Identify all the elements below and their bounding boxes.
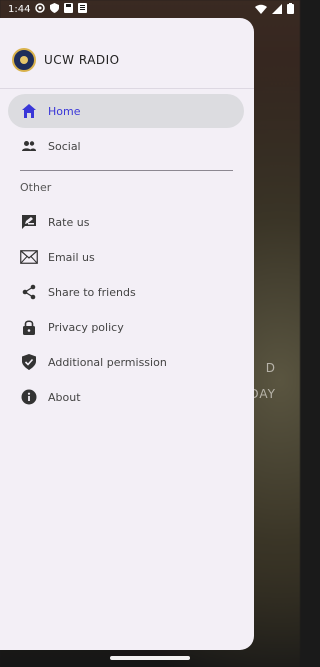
app-logo (12, 48, 36, 72)
menu-item-share[interactable]: Share to friends (8, 275, 244, 309)
menu-item-label: Email us (48, 250, 95, 264)
info-icon (20, 388, 38, 406)
save-notif-icon (64, 3, 74, 16)
share-icon (20, 283, 38, 301)
home-icon (20, 102, 38, 120)
gesture-navigation-bar[interactable] (110, 656, 190, 660)
drawer-header: UCW RADIO (12, 48, 120, 72)
status-time: 1:44 (8, 4, 31, 15)
app-title: UCW RADIO (44, 53, 120, 67)
rate-icon (20, 213, 38, 231)
menu-item-label: Social (48, 139, 81, 153)
navigation-drawer: UCW RADIO Home Social Other Rate us Emai… (0, 18, 254, 650)
menu-item-social[interactable]: Social (8, 129, 244, 163)
signal-icon (272, 3, 282, 17)
wifi-icon (255, 4, 267, 17)
menu-item-privacy-policy[interactable]: Privacy policy (8, 310, 244, 344)
background-text-1: D (265, 361, 276, 375)
settings-notif-icon (35, 3, 46, 16)
menu-item-rate-us[interactable]: Rate us (8, 205, 244, 239)
menu-item-label: Share to friends (48, 285, 136, 299)
header-divider (0, 88, 254, 89)
people-icon (20, 137, 38, 155)
status-bar: 1:44 (0, 0, 300, 18)
news-notif-icon (78, 3, 88, 16)
shield-check-icon (20, 353, 38, 371)
menu-item-label: About (48, 390, 81, 404)
menu-item-home[interactable]: Home (8, 94, 244, 128)
section-label-other: Other (20, 181, 52, 194)
menu-item-label: Home (48, 104, 81, 118)
menu-item-email-us[interactable]: Email us (8, 240, 244, 274)
lock-icon (20, 318, 38, 336)
battery-icon (287, 3, 294, 17)
menu-item-label: Privacy policy (48, 320, 124, 334)
menu-item-about[interactable]: About (8, 380, 244, 414)
menu-item-additional-permission[interactable]: Additional permission (8, 345, 244, 379)
menu-item-label: Rate us (48, 215, 90, 229)
mail-icon (20, 248, 38, 266)
section-divider (20, 170, 233, 171)
shield-notif-icon (50, 3, 60, 16)
menu-item-label: Additional permission (48, 355, 167, 369)
